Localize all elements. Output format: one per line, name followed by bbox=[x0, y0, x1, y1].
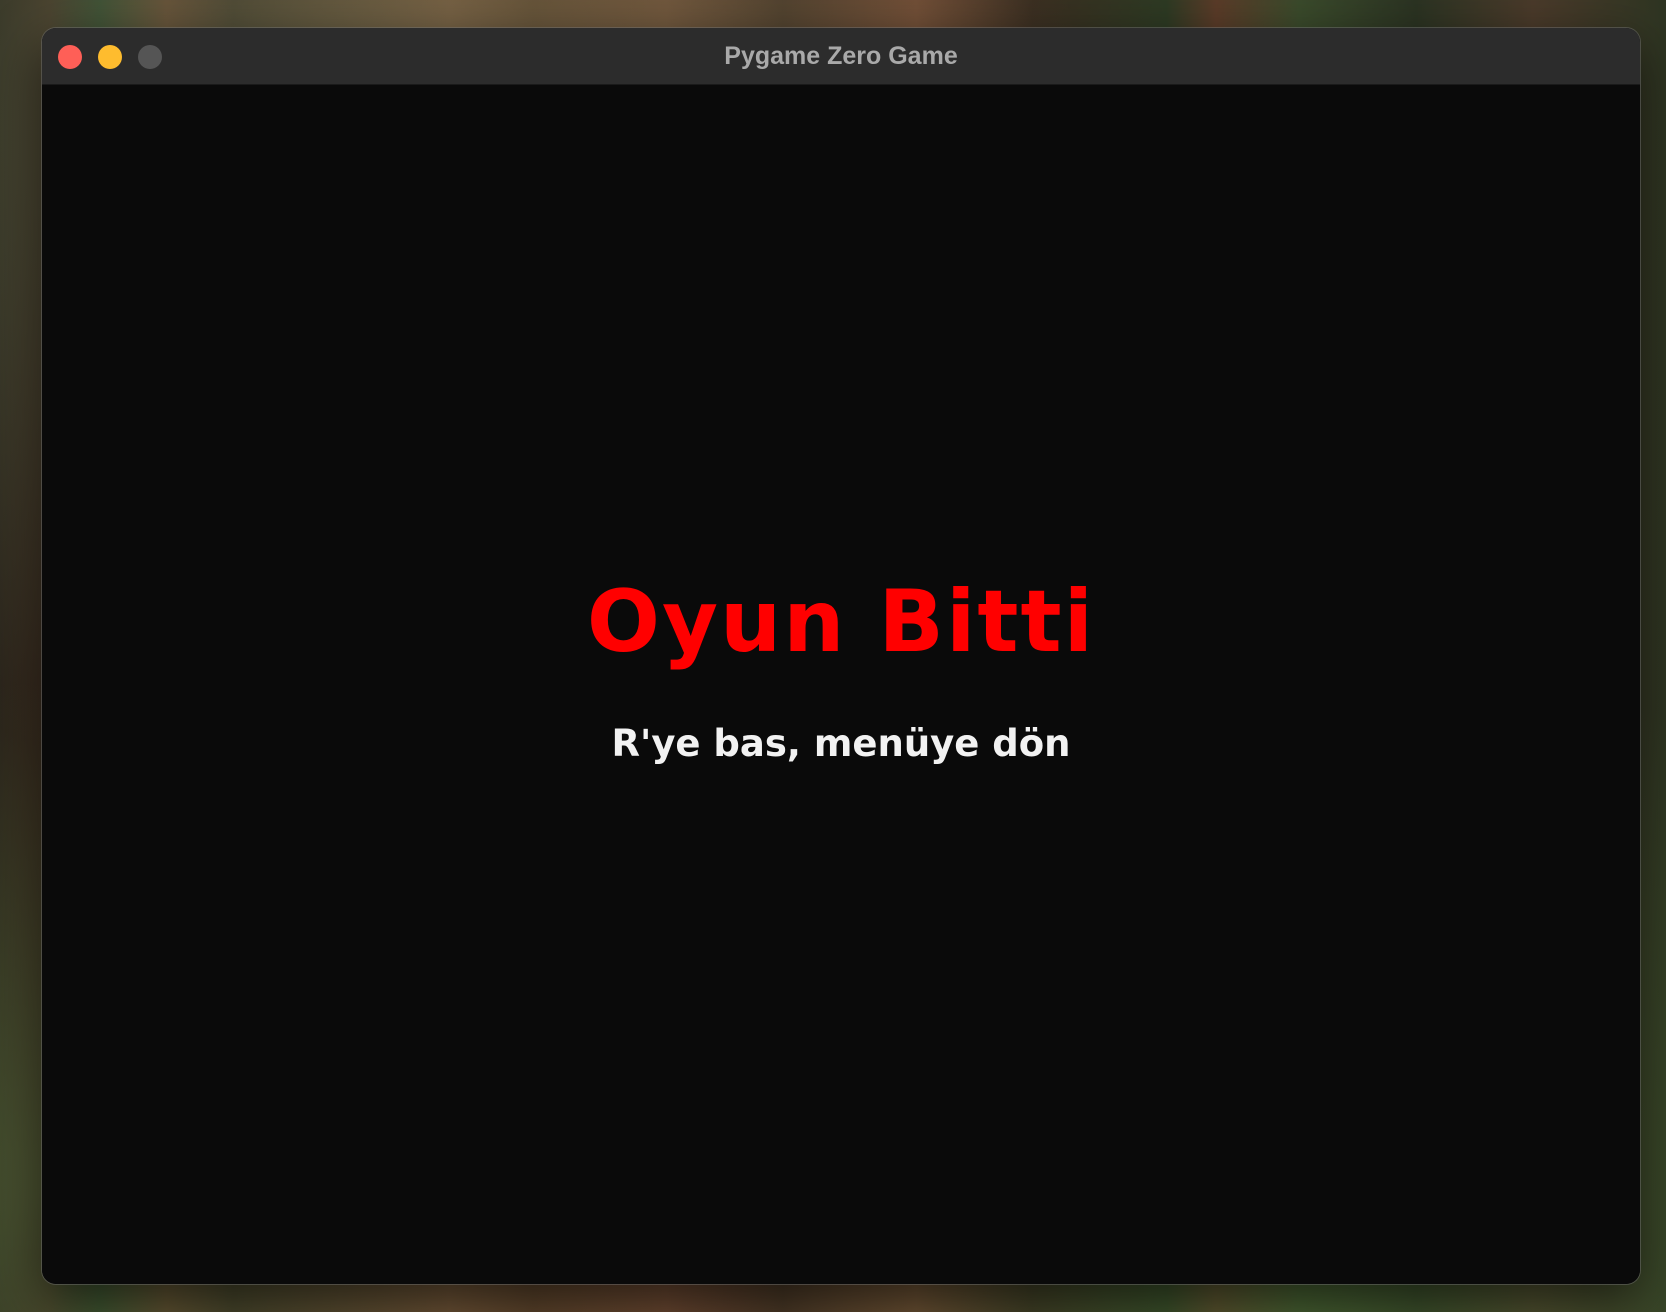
game-over-title: Oyun Bitti bbox=[586, 572, 1096, 672]
window-titlebar[interactable]: Pygame Zero Game bbox=[42, 28, 1640, 85]
game-window: Pygame Zero Game Oyun Bitti R'ye bas, me… bbox=[42, 28, 1640, 1284]
game-canvas[interactable]: Oyun Bitti R'ye bas, menüye dön bbox=[42, 85, 1640, 1284]
return-to-menu-instruction: R'ye bas, menüye dön bbox=[611, 722, 1071, 765]
window-title: Pygame Zero Game bbox=[724, 42, 958, 70]
